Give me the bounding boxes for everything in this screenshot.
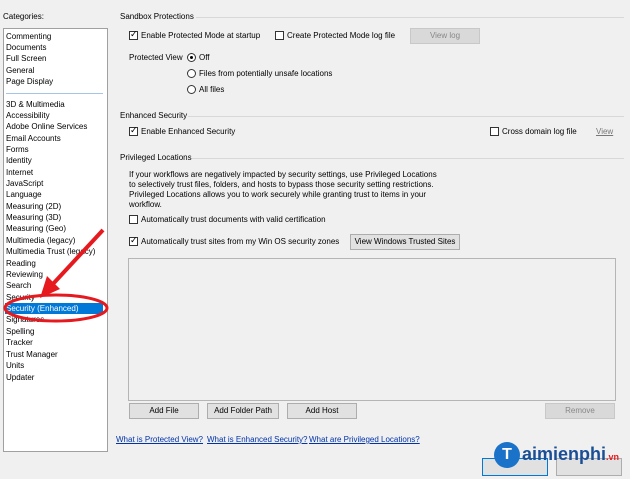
annotation-overlay [3, 228, 109, 323]
highlight-ellipse [3, 293, 109, 323]
watermark-text: aimienphi.vn [522, 444, 620, 464]
watermark-logo-icon: T [494, 442, 520, 468]
annotation-arrow-shaft [50, 228, 105, 287]
